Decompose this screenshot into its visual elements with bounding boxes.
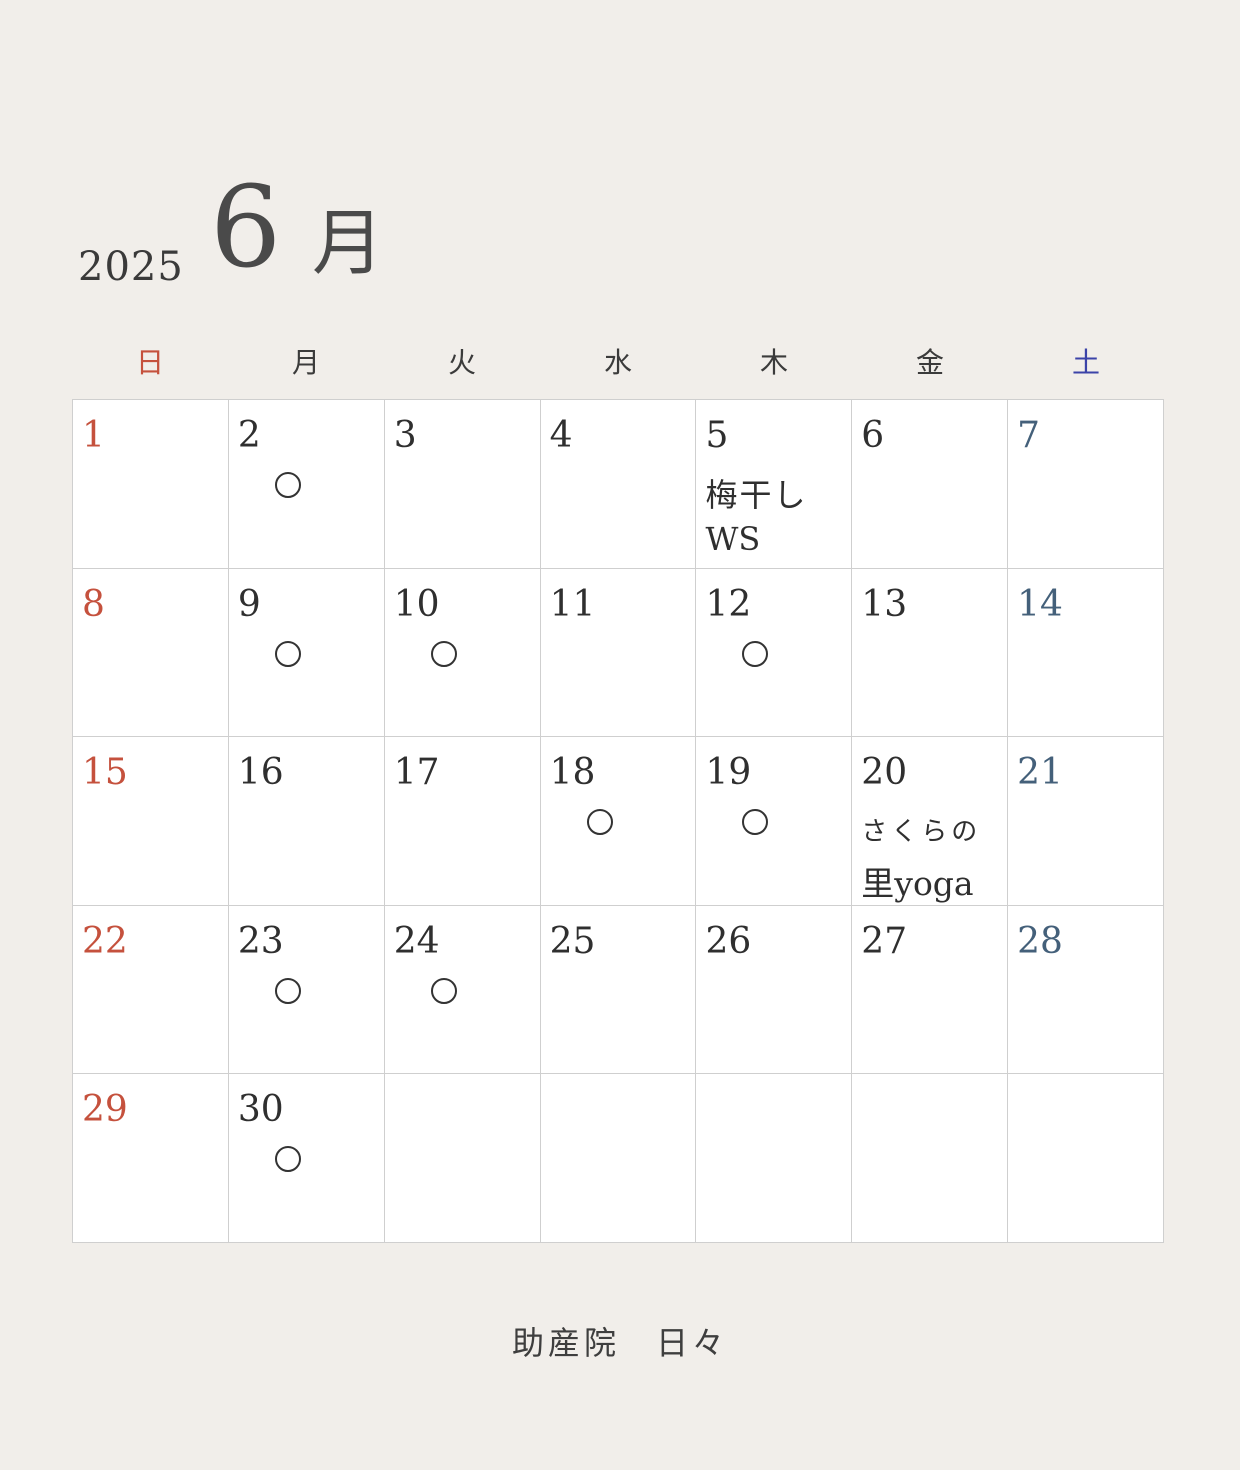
day-cell: 7	[1008, 400, 1165, 569]
day-number: 11	[549, 583, 596, 625]
day-number: 29	[82, 1089, 128, 1131]
day-number: 13	[861, 583, 908, 625]
day-cell: 25	[540, 905, 697, 1075]
day-cell: 21	[1008, 737, 1165, 906]
day-cell: 15	[73, 737, 229, 906]
month-number: 6	[210, 163, 282, 293]
day-cell: 1	[73, 400, 229, 569]
circle-icon	[274, 640, 301, 667]
circle-icon	[586, 809, 613, 836]
day-number: 5	[705, 415, 729, 456]
circle-icon	[430, 640, 457, 667]
day-number: 20	[861, 752, 908, 794]
weekday-wednesday: 水	[603, 346, 632, 379]
day-cell: 27	[852, 905, 1009, 1075]
day-cell: 19	[696, 737, 853, 906]
day-cell: 13	[852, 568, 1009, 738]
day-number: 12	[705, 583, 752, 625]
circle-icon	[742, 640, 769, 667]
day-number: 14	[1017, 583, 1063, 625]
day-number: 8	[82, 583, 105, 625]
day-cell: 9	[228, 568, 385, 738]
month-kanji: 月	[312, 201, 385, 285]
day-number: 24	[393, 920, 440, 962]
day-cell: 22	[73, 905, 229, 1075]
circle-icon	[742, 809, 769, 836]
weekday-tuesday: 火	[447, 346, 476, 379]
day-number: 23	[237, 920, 284, 962]
day-cell: 4	[540, 400, 697, 569]
day-cell: 28	[1008, 905, 1165, 1075]
year-label: 2025	[78, 244, 184, 290]
calendar-grid: 1 2 3 4 5 梅干し WS 6 7 8 9 10 11 12 13 14 15 16 17 18 19 20 さくらの…	[72, 399, 1165, 1243]
day-number: 1	[82, 415, 105, 456]
day-number: 19	[705, 752, 752, 794]
day-cell: 18	[540, 737, 697, 906]
day-cell: 16	[228, 737, 385, 906]
circle-icon	[274, 1146, 301, 1173]
day-cell	[696, 1074, 853, 1243]
weekday-thursday: 木	[759, 346, 788, 379]
day-cell	[1008, 1074, 1165, 1243]
day-cell	[852, 1074, 1009, 1243]
day-cell: 3	[384, 400, 541, 569]
event-label-line2: 里yoga	[861, 864, 974, 904]
week-row: 1 2 3 4 5 梅干し WS 6 7	[73, 400, 1165, 569]
day-cell: 14	[1008, 568, 1165, 738]
day-cell: 6	[852, 400, 1009, 569]
week-row: 8 9 10 11 12 13 14	[73, 568, 1165, 738]
week-row: 22 23 24 25 26 27 28	[73, 905, 1165, 1075]
circle-icon	[274, 977, 301, 1004]
day-number: 9	[237, 583, 261, 625]
week-row: 15 16 17 18 19 20 さくらの里yoga 21	[73, 737, 1165, 906]
day-cell: 30	[228, 1074, 385, 1243]
day-cell: 29	[73, 1074, 229, 1243]
day-cell	[540, 1074, 697, 1243]
day-cell: 23	[228, 905, 385, 1075]
day-number: 16	[237, 752, 284, 794]
weekday-monday: 月	[291, 346, 320, 379]
day-cell: 17	[384, 737, 541, 906]
day-number: 26	[705, 920, 752, 962]
event-label-line2: WS	[705, 520, 761, 558]
day-number: 15	[82, 752, 128, 794]
day-number: 6	[861, 415, 885, 456]
day-number: 22	[82, 920, 128, 962]
weekday-friday: 金	[915, 346, 944, 379]
week-row: 29 30	[73, 1074, 1165, 1243]
day-number: 30	[237, 1089, 284, 1131]
day-cell: 10	[384, 568, 541, 738]
event-label-line1: 梅干し	[705, 476, 808, 514]
weekday-header-row: 日 月 火 水 木 金 土	[72, 338, 1164, 388]
day-number: 4	[549, 415, 573, 456]
day-cell: 5 梅干し WS	[696, 400, 853, 569]
weekday-sunday: 日	[135, 346, 164, 379]
day-cell: 24	[384, 905, 541, 1075]
day-number: 2	[237, 415, 261, 456]
day-cell: 12	[696, 568, 853, 738]
day-number: 18	[549, 752, 596, 794]
day-number: 28	[1017, 920, 1063, 962]
circle-icon	[274, 472, 301, 498]
day-cell: 11	[540, 568, 697, 738]
day-number: 7	[1017, 415, 1041, 456]
day-cell: 26	[696, 905, 853, 1075]
day-cell	[384, 1074, 541, 1243]
day-number: 21	[1017, 752, 1063, 794]
footer-clinic-name: 助産院 日々	[511, 1324, 728, 1362]
day-number: 3	[393, 415, 417, 456]
day-number: 17	[393, 752, 440, 794]
day-cell: 8	[73, 568, 229, 738]
calendar-header: 2025 6 月	[0, 0, 1240, 320]
day-number: 27	[861, 920, 908, 962]
event-label-line1: さくらの	[861, 817, 982, 848]
day-cell: 2	[228, 400, 385, 569]
day-cell: 20 さくらの里yoga	[852, 737, 1009, 906]
day-number: 10	[393, 583, 440, 625]
weekday-saturday: 土	[1071, 346, 1100, 379]
day-number: 25	[549, 920, 596, 962]
circle-icon	[430, 977, 457, 1004]
